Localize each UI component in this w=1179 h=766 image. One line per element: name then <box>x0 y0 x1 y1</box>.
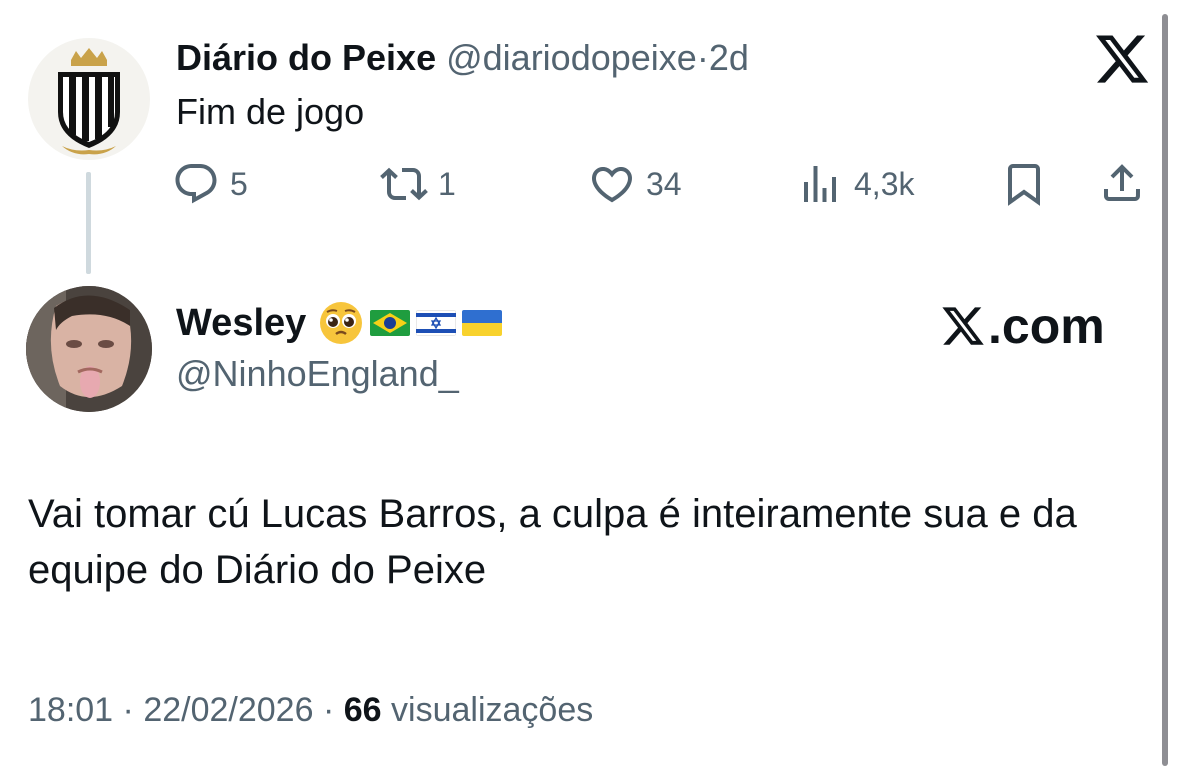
retweet-button[interactable]: 1 <box>380 160 456 208</box>
profile-photo <box>26 286 152 412</box>
tweet-text: Fim de jogo <box>176 91 365 132</box>
reply-icon <box>175 164 217 204</box>
like-count: 34 <box>646 165 682 202</box>
reply-author-name[interactable]: Wesley <box>176 302 306 345</box>
views-button[interactable]: 4,3k <box>796 160 914 208</box>
views-chart-icon <box>804 166 836 202</box>
ukraine-flag-icon <box>462 310 503 336</box>
dot-separator: · <box>322 691 335 729</box>
reply-author-handle[interactable]: @NinhoEngland_ <box>176 352 459 396</box>
heart-icon <box>591 167 633 203</box>
reply-count: 5 <box>230 165 248 202</box>
reply-text: Vai tomar cú Lucas Barros, a culpa é int… <box>28 492 1077 592</box>
thread-connector <box>86 172 91 274</box>
like-button[interactable]: 34 <box>588 160 682 208</box>
post-time[interactable]: 18:01 <box>28 691 113 729</box>
scrollbar[interactable] <box>1162 14 1168 766</box>
retweet-icon <box>380 167 428 201</box>
dot-separator: · <box>122 691 134 729</box>
views-count: 4,3k <box>854 165 915 202</box>
views-count: 66 <box>343 691 382 729</box>
tweet-header: Diário do Peixe @diariodopeixe·2d <box>176 36 749 80</box>
watermark-text: .com <box>988 298 1105 354</box>
tweet-footer: 18:01 · 22/02/2026 · 66 visualizações <box>28 686 593 734</box>
israel-flag-icon <box>416 310 457 336</box>
x-logo-icon <box>942 307 984 345</box>
pleading-face-emoji-icon <box>320 302 363 344</box>
share-icon[interactable] <box>1098 158 1146 208</box>
retweet-count: 1 <box>438 165 456 202</box>
reply-author-row: Wesley <box>176 296 503 350</box>
avatar-wesley[interactable] <box>26 286 152 412</box>
bookmark-icon[interactable] <box>1000 160 1048 208</box>
x-com-watermark: .com <box>940 296 1105 356</box>
post-date[interactable]: 22/02/2026 <box>143 691 313 729</box>
santos-crest-icon <box>28 38 150 160</box>
tweet-time[interactable]: 2d <box>709 37 749 78</box>
brazil-flag-icon <box>370 310 411 336</box>
avatar-diario-do-peixe[interactable] <box>28 38 150 160</box>
x-logo-icon <box>1096 35 1149 83</box>
dot-separator: · <box>696 37 709 78</box>
author-handle[interactable]: @diariodopeixe <box>446 37 697 78</box>
author-name[interactable]: Diário do Peixe <box>176 37 436 78</box>
reply-button[interactable]: 5 <box>172 160 248 208</box>
views-label: visualizações <box>391 691 594 729</box>
